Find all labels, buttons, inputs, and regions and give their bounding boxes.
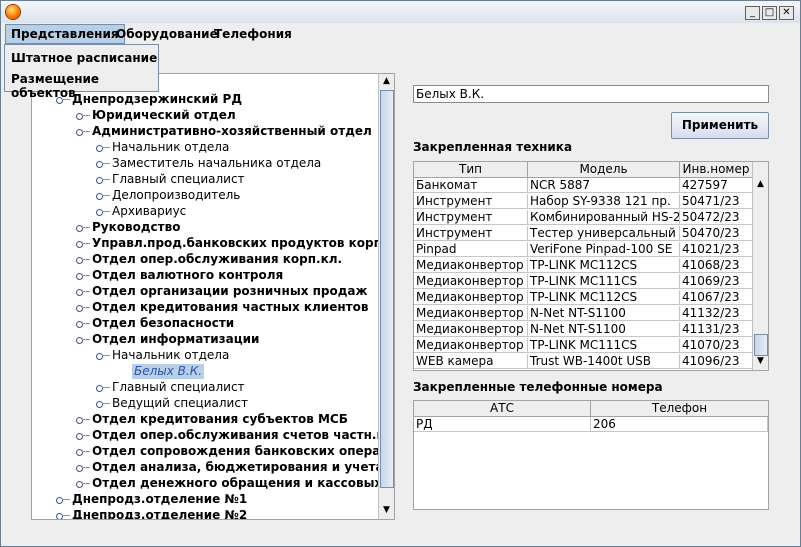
menu-item-object-placement[interactable]: Размещение объектов — [11, 72, 158, 100]
tree-node[interactable]: Днепродз.отделение №1 — [72, 492, 247, 507]
table-cell[interactable]: Комбинированный HS-2... — [528, 210, 680, 225]
table-cell[interactable]: 41096/23 — [680, 354, 753, 369]
table-cell[interactable]: 41132/23 — [680, 306, 753, 321]
table-cell[interactable]: 427597 — [680, 178, 753, 193]
table-cell[interactable]: WEB камера — [414, 354, 528, 369]
table-cell[interactable]: Тестер универсальный (... — [528, 226, 680, 241]
tree-node-selected[interactable]: Белых В.К. — [132, 364, 205, 379]
table-cell[interactable]: 50470/23 — [680, 226, 753, 241]
minimize-button[interactable]: _ — [745, 6, 760, 20]
scroll-up-icon[interactable]: ▲ — [379, 74, 394, 89]
table-cell[interactable]: 41131/23 — [680, 322, 753, 337]
menu-representations[interactable]: Представления — [5, 24, 125, 44]
representations-dropdown: Штатное расписание Размещение объектов — [4, 44, 159, 100]
tree-node[interactable]: Архивариус — [112, 204, 186, 219]
scroll-thumb[interactable] — [380, 90, 394, 488]
table-cell[interactable]: Медиаконвертор — [414, 338, 528, 353]
table-cell[interactable]: VeriFone Pinpad-100 SE — [528, 242, 680, 257]
table-cell[interactable]: 50472/23 — [680, 210, 753, 225]
tree-node[interactable]: Управл.прод.банковских продуктов корп.кл — [92, 236, 394, 251]
org-tree[interactable]: Днепродзержинский РД Юридический отдел Адм… — [31, 73, 395, 520]
tree-node[interactable]: Отдел анализа, бюджетирования и учета ВБ — [92, 460, 394, 475]
equipment-section-title: Закрепленная техника — [413, 140, 573, 154]
table-cell[interactable]: Pinpad — [414, 242, 528, 257]
scroll-down-icon[interactable]: ▼ — [379, 503, 394, 518]
table-cell[interactable]: Медиаконвертор — [414, 322, 528, 337]
column-header-ats[interactable]: АТС — [414, 401, 591, 417]
tree-node[interactable]: Административно-хозяйственный отдел — [92, 124, 372, 139]
close-button[interactable]: ✕ — [779, 6, 794, 20]
table-cell[interactable]: 41069/23 — [680, 274, 753, 289]
tree-node[interactable]: Отдел информатизации — [92, 332, 259, 347]
column-header-type[interactable]: Тип — [414, 162, 528, 178]
table-cell[interactable]: 41067/23 — [680, 290, 753, 305]
tree-node[interactable]: Отдел валютного контроля — [92, 268, 283, 283]
table-cell[interactable]: Инструмент — [414, 226, 528, 241]
table-cell[interactable]: TP-LINK MC112CS — [528, 290, 680, 305]
menu-item-staffing[interactable]: Штатное расписание — [11, 51, 157, 65]
tree-node[interactable]: Отдел кредитования субъектов МСБ — [92, 412, 348, 427]
table-cell[interactable]: Медиаконвертор — [414, 274, 528, 289]
app-logo-icon — [6, 5, 20, 19]
table-cell[interactable]: TP-LINK MC112CS — [528, 258, 680, 273]
tree-node[interactable]: Отдел денежного обращения и кассовых оп. — [92, 476, 394, 491]
equipment-scrollbar[interactable]: ▲ ▼ — [752, 162, 768, 370]
apply-button[interactable]: Применить — [671, 112, 769, 139]
tree-node[interactable]: Отдел опер.обслуживания корп.кл. — [92, 252, 342, 267]
tree-node[interactable]: Отдел опер.обслуживания счетов частн.кл. — [92, 428, 394, 443]
table-cell[interactable]: TP-LINK MC111CS — [528, 274, 680, 289]
table-cell[interactable]: Trust WB-1400t USB — [528, 354, 680, 369]
table-cell[interactable]: Банкомат — [414, 178, 528, 193]
menu-equipment[interactable]: Оборудование — [111, 24, 223, 44]
tree-node[interactable]: Отдел организации розничных продаж — [92, 284, 367, 299]
phones-table[interactable]: АТС Телефон РД 206 — [413, 400, 769, 510]
menu-bar: Представления Оборудование Телефония — [1, 23, 800, 45]
tree-node[interactable]: Ведущий специалист — [112, 396, 248, 411]
table-cell[interactable]: 41068/23 — [680, 258, 753, 273]
column-header-model[interactable]: Модель — [528, 162, 680, 178]
table-cell[interactable]: Медиаконвертор — [414, 290, 528, 305]
table-cell[interactable]: TP-LINK MC111CS — [528, 338, 680, 353]
table-cell[interactable]: Набор SY-9338 121 пр. — [528, 194, 680, 209]
table-cell[interactable]: 50471/23 — [680, 194, 753, 209]
scroll-up-icon[interactable]: ▲ — [753, 177, 768, 192]
table-cell[interactable]: 41021/23 — [680, 242, 753, 257]
application-window: _ □ ✕ Представления Оборудование Телефон… — [0, 0, 801, 547]
tree-node[interactable]: Отдел сопровождения банковских операций — [92, 444, 394, 459]
table-cell[interactable]: Медиаконвертор — [414, 258, 528, 273]
table-cell[interactable]: 206 — [591, 417, 768, 432]
equipment-table[interactable]: Тип Модель Инв.номер Банкомат NCR 5887 427… — [413, 161, 769, 371]
tree-node[interactable]: Юридический отдел — [92, 108, 236, 123]
tree-node[interactable]: Главный специалист — [112, 380, 245, 395]
tree-node[interactable]: Руководство — [92, 220, 180, 235]
column-header-inv[interactable]: Инв.номер — [680, 162, 753, 178]
table-cell[interactable]: NCR 5887 — [528, 178, 680, 193]
tree-scrollbar[interactable]: ▲ ▼ — [378, 74, 394, 519]
table-cell[interactable]: Инструмент — [414, 194, 528, 209]
tree-node[interactable]: Начальник отдела — [112, 348, 229, 363]
tree-node[interactable]: Заместитель начальника отдела — [112, 156, 321, 171]
tree-node[interactable]: Днепродз.отделение №2 — [72, 508, 247, 519]
tree-node[interactable]: Отдел кредитования частных клиентов — [92, 300, 368, 315]
table-cell[interactable]: Медиаконвертор — [414, 306, 528, 321]
table-cell[interactable]: N-Net NT-S1100 — [528, 322, 680, 337]
scroll-thumb[interactable] — [754, 334, 768, 356]
tree-node[interactable]: Делопроизводитель — [112, 188, 240, 203]
table-cell[interactable]: 41070/23 — [680, 338, 753, 353]
table-cell[interactable]: РД — [414, 417, 591, 432]
table-cell[interactable]: N-Net NT-S1100 — [528, 306, 680, 321]
scroll-down-icon[interactable]: ▼ — [753, 354, 768, 369]
title-bar: _ □ ✕ — [1, 1, 800, 24]
tree-node[interactable]: Отдел безопасности — [92, 316, 234, 331]
maximize-button[interactable]: □ — [762, 6, 777, 20]
menu-telephony[interactable]: Телефония — [209, 24, 297, 44]
tree-node[interactable]: Начальник отдела — [112, 140, 229, 155]
table-cell[interactable]: Инструмент — [414, 210, 528, 225]
tree-node[interactable]: Главный специалист — [112, 172, 245, 187]
column-header-phone[interactable]: Телефон — [591, 401, 768, 417]
phones-section-title: Закрепленные телефонные номера — [413, 380, 663, 394]
employee-name-field[interactable]: Белых В.К. — [413, 85, 769, 103]
